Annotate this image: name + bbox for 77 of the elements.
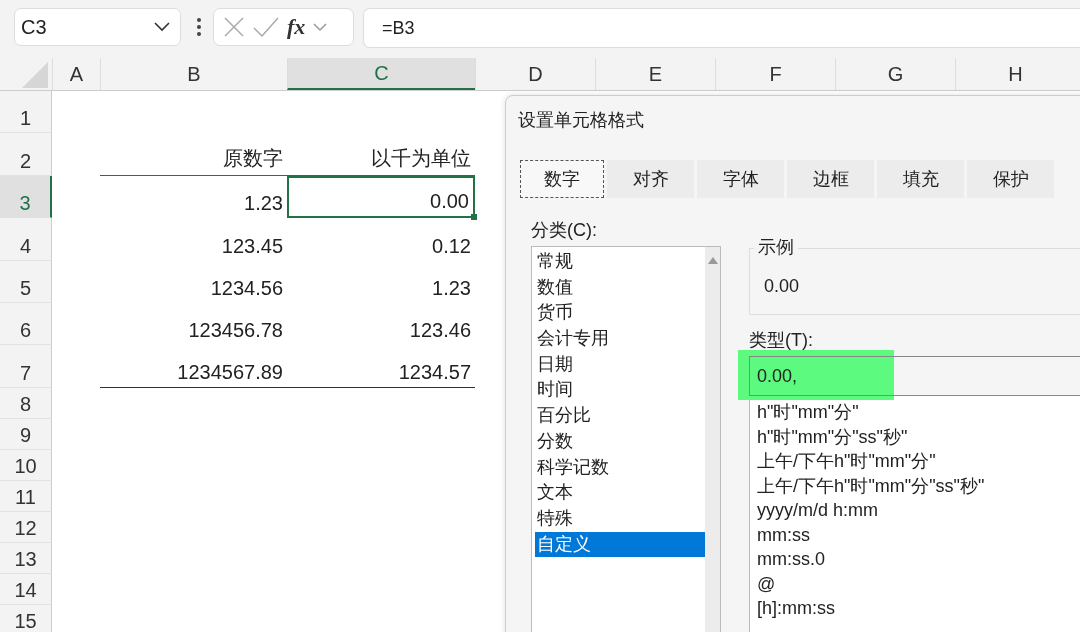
row-header[interactable]: 7 bbox=[0, 345, 52, 388]
row-header[interactable]: 9 bbox=[0, 418, 52, 450]
table-cell: 原数字 bbox=[100, 133, 287, 176]
sample-label: 示例 bbox=[754, 235, 798, 259]
category-item[interactable]: 时间 bbox=[535, 377, 705, 404]
row-header[interactable]: 10 bbox=[0, 449, 52, 481]
type-option[interactable]: 上午/下午h"时"mm"分"ss"秒" bbox=[757, 473, 1080, 498]
chevron-down-icon bbox=[154, 22, 170, 32]
type-option[interactable]: yyyy/m/d h:mm bbox=[757, 498, 1080, 523]
tab[interactable]: 保护 bbox=[967, 160, 1054, 198]
category-item[interactable]: 货币 bbox=[535, 300, 705, 327]
column-header[interactable]: G bbox=[835, 58, 955, 90]
tab[interactable]: 数字 bbox=[520, 160, 604, 198]
tab[interactable]: 字体 bbox=[697, 160, 784, 198]
category-item[interactable]: 分数 bbox=[535, 428, 705, 455]
row-header[interactable]: 5 bbox=[0, 260, 52, 303]
row-header[interactable]: 1 bbox=[0, 91, 52, 134]
dialog-title: 设置单元格格式 bbox=[517, 109, 645, 132]
column-header[interactable]: A bbox=[52, 58, 100, 90]
table-cell: 1234.57 bbox=[287, 345, 475, 388]
row-header[interactable]: 13 bbox=[0, 542, 52, 574]
row-header[interactable]: 2 bbox=[0, 133, 52, 176]
tab[interactable]: 对齐 bbox=[607, 160, 694, 198]
category-item[interactable]: 会计专用 bbox=[535, 326, 705, 352]
check-icon[interactable] bbox=[253, 17, 279, 37]
column-header[interactable]: D bbox=[475, 58, 595, 90]
column-header[interactable]: C bbox=[287, 58, 475, 90]
category-item[interactable]: 特殊 bbox=[535, 505, 705, 532]
table-cell-text: 123.45 bbox=[220, 233, 284, 259]
type-option[interactable]: mm:ss bbox=[757, 522, 1080, 547]
category-item[interactable]: 常规 bbox=[535, 249, 705, 275]
row-header[interactable]: 11 bbox=[0, 480, 52, 512]
category-item[interactable]: 日期 bbox=[535, 351, 705, 378]
column-header[interactable]: H bbox=[955, 58, 1075, 90]
insert-function-button[interactable]: fx bbox=[287, 14, 306, 40]
type-option[interactable]: h"时"mm"分"ss"秒" bbox=[757, 424, 1080, 449]
row-header[interactable]: 12 bbox=[0, 511, 52, 543]
category-item[interactable]: 文本 bbox=[535, 480, 705, 506]
more-icon[interactable] bbox=[197, 18, 201, 36]
table-cell: 1234567.89 bbox=[100, 345, 287, 388]
table-cell-text: 0.12 bbox=[431, 233, 472, 259]
type-option[interactable]: [h]:mm:ss bbox=[757, 596, 1080, 621]
row-header[interactable]: 6 bbox=[0, 302, 52, 346]
tab[interactable]: 边框 bbox=[787, 160, 874, 198]
category-item[interactable]: 科学记数 bbox=[535, 454, 705, 481]
row-header[interactable]: 4 bbox=[0, 218, 52, 261]
scroll-up-icon[interactable] bbox=[707, 257, 718, 264]
column-header[interactable]: E bbox=[595, 58, 715, 90]
table-cell-text: 1234.56 bbox=[209, 275, 284, 301]
name-box[interactable]: C3 bbox=[14, 8, 181, 46]
table-cell-text: 1.23 bbox=[431, 275, 472, 301]
table-cell: 以千为单位 bbox=[287, 133, 475, 176]
table-cell-text: 123.46 bbox=[408, 318, 472, 344]
table-cell-text: 123456.78 bbox=[187, 318, 284, 344]
table-cell-text: 1.23 bbox=[243, 191, 284, 217]
column-header[interactable]: F bbox=[715, 58, 835, 90]
category-item[interactable]: 自定义 bbox=[535, 531, 705, 558]
type-option[interactable]: 上午/下午h"时"mm"分" bbox=[757, 449, 1080, 474]
row-header[interactable]: 8 bbox=[0, 387, 52, 419]
category-item[interactable]: 百分比 bbox=[535, 403, 705, 429]
type-option[interactable]: mm:ss.0 bbox=[757, 547, 1080, 572]
formula-field[interactable]: =B3 bbox=[363, 8, 1080, 48]
type-option[interactable]: h"时"mm"分" bbox=[757, 400, 1080, 425]
row-header[interactable]: 15 bbox=[0, 604, 52, 632]
sample-value: 0.00 bbox=[764, 276, 800, 297]
select-all-icon[interactable] bbox=[22, 62, 48, 88]
row-header[interactable]: 3 bbox=[0, 175, 52, 219]
table-cell: 0.00 bbox=[287, 175, 475, 219]
type-label: 类型(T): bbox=[749, 329, 814, 352]
tab[interactable]: 填充 bbox=[877, 160, 964, 198]
category-label: 分类(C): bbox=[531, 219, 598, 242]
row-header[interactable]: 14 bbox=[0, 573, 52, 605]
chevron-down-icon[interactable] bbox=[313, 22, 328, 32]
type-option[interactable]: @ bbox=[757, 571, 1080, 596]
cancel-icon[interactable] bbox=[223, 16, 245, 38]
type-field[interactable]: 0.00, bbox=[749, 356, 1080, 396]
category-item[interactable]: 数值 bbox=[535, 274, 705, 301]
